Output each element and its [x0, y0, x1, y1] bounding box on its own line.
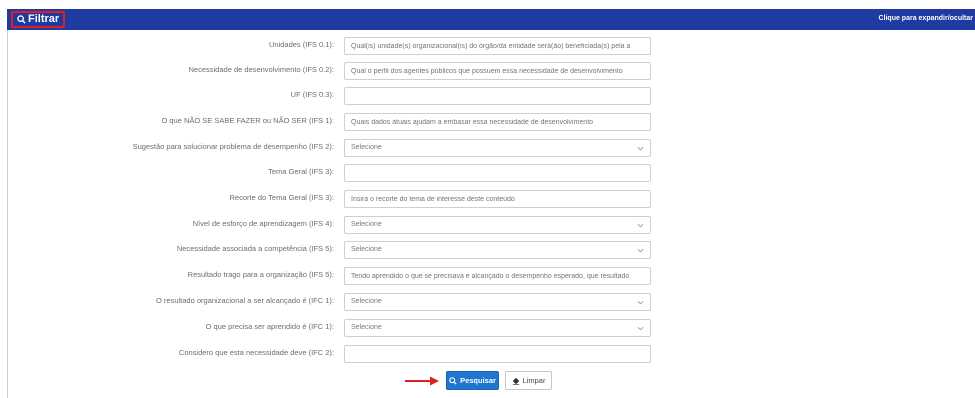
resultado-organizacional-select[interactable]: Selecione: [344, 293, 651, 311]
recorte-tema-input[interactable]: [344, 190, 651, 208]
select-value: Selecione: [351, 298, 382, 305]
select-value: Selecione: [351, 221, 382, 228]
form-row-necessidade-desenvolvimento: Necessidade de desenvolvimento (IFS 0.2)…: [0, 62, 975, 80]
field-label: O que NÃO SE SABE FAZER ou NÃO SER (IFS …: [161, 116, 334, 125]
nao-sabe-fazer-input[interactable]: [344, 113, 651, 131]
form-row-tema-geral: Tema Geral (IFS 3):: [0, 164, 975, 182]
select-value: Selecione: [351, 144, 382, 151]
field-label: Sugestão para solucionar problema de des…: [132, 142, 334, 151]
form-row-sugestao-solucao: Sugestão para solucionar problema de des…: [0, 139, 975, 157]
form-row-unidades: Unidades (IFS 0.1):: [0, 37, 975, 55]
field-label: UF (IFS 0.3):: [290, 90, 334, 99]
filter-toggle-title[interactable]: Filtrar: [11, 11, 66, 28]
field-label: O que precisa ser aprendido é (IFC 1):: [205, 322, 334, 331]
filter-header-bar: Filtrar Clique para expandir/ocultar: [7, 9, 975, 30]
clear-button-label: Limpar: [522, 376, 546, 385]
form-row-recorte-tema: Recorte do Tema Geral (IFS 3):: [0, 190, 975, 208]
field-label: Considero que esta necessidade deve (IFC…: [178, 348, 334, 357]
uf-input[interactable]: [344, 87, 651, 105]
search-icon: [449, 376, 457, 385]
field-label: Necessidade de desenvolvimento (IFS 0.2)…: [188, 65, 335, 74]
necessidade-competencia-select[interactable]: Selecione: [344, 241, 651, 259]
field-label: Recorte do Tema Geral (IFS 3):: [229, 193, 334, 202]
form-row-considero-necessidade: Considero que esta necessidade deve (IFC…: [0, 345, 975, 363]
precisa-aprendido-select[interactable]: Selecione: [344, 319, 651, 337]
field-label: Tema Geral (IFS 3):: [268, 167, 334, 176]
select-value: Selecione: [351, 324, 382, 331]
select-value: Selecione: [351, 246, 382, 253]
field-label: Nível de esforço de aprendizagem (IFS 4)…: [192, 219, 334, 228]
chevron-down-icon: [637, 300, 644, 305]
form-row-nivel-esforco: Nível de esforço de aprendizagem (IFS 4)…: [0, 216, 975, 234]
form-row-resultado-organizacional: O resultado organizacional a ser alcança…: [0, 293, 975, 311]
field-label: Necessidade associada a competência (IFS…: [176, 244, 334, 253]
tema-geral-input[interactable]: [344, 164, 651, 182]
form-row-nao-sabe-fazer: O que NÃO SE SABE FAZER ou NÃO SER (IFS …: [0, 113, 975, 131]
form-row-resultado-organizacao: Resultado trago para a organização (IFS …: [0, 267, 975, 285]
resultado-organizacao-input[interactable]: [344, 267, 651, 285]
considero-necessidade-input[interactable]: [344, 345, 651, 363]
nivel-esforco-select[interactable]: Selecione: [344, 216, 651, 234]
chevron-down-icon: [637, 326, 644, 331]
filter-title-text: Filtrar: [28, 13, 60, 25]
form-row-precisa-aprendido: O que precisa ser aprendido é (IFC 1): S…: [0, 319, 975, 337]
sugestao-solucao-select[interactable]: Selecione: [344, 139, 651, 157]
unidades-input[interactable]: [344, 37, 651, 55]
chevron-down-icon: [637, 248, 644, 253]
arrow-right-icon: [405, 376, 439, 386]
chevron-down-icon: [637, 146, 644, 151]
search-button-label: Pesquisar: [460, 376, 496, 385]
search-button[interactable]: Pesquisar: [446, 371, 499, 390]
field-label: Unidades (IFS 0.1):: [268, 40, 334, 49]
field-label: O resultado organizacional a ser alcança…: [155, 296, 334, 305]
field-label: Resultado trago para a organização (IFS …: [187, 270, 334, 279]
search-icon: [17, 15, 26, 24]
eraser-icon: [512, 377, 519, 385]
clear-button[interactable]: Limpar: [505, 371, 552, 390]
form-row-necessidade-competencia: Necessidade associada a competência (IFS…: [0, 241, 975, 259]
necessidade-desenvolvimento-input[interactable]: [344, 62, 651, 80]
chevron-down-icon: [637, 223, 644, 228]
expand-collapse-link[interactable]: Clique para expandir/ocultar: [878, 15, 973, 22]
form-row-uf: UF (IFS 0.3):: [0, 87, 975, 105]
